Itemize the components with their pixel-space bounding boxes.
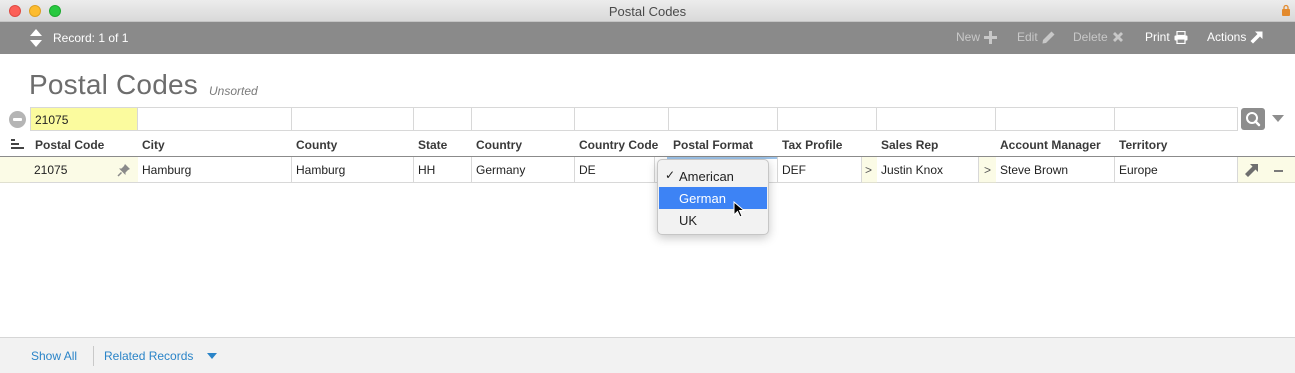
find-options-dropdown-icon[interactable] xyxy=(1272,115,1284,122)
sales-rep-goto-icon[interactable]: > xyxy=(984,163,991,177)
cell-account-manager[interactable]: Steve Brown xyxy=(996,157,1115,183)
sort-lines-icon[interactable] xyxy=(11,139,24,150)
column-header-postal-format[interactable]: Postal Format xyxy=(673,138,753,152)
menu-item-american[interactable]: ✓ American xyxy=(659,165,767,187)
x-icon xyxy=(1112,32,1123,42)
find-field-state[interactable] xyxy=(414,107,472,131)
toolbar: Record: 1 of 1 New Edit Delete Print Act… xyxy=(0,22,1295,54)
cell-territory[interactable]: Europe xyxy=(1115,157,1238,183)
find-field-country-code[interactable] xyxy=(575,107,669,131)
sort-status: Unsorted xyxy=(209,84,258,98)
print-button-label: Print xyxy=(1145,30,1170,44)
cell-county[interactable]: Hamburg xyxy=(292,157,414,183)
find-field-account-manager[interactable] xyxy=(996,107,1115,131)
menu-item-german[interactable]: German xyxy=(659,187,767,209)
new-button-label: New xyxy=(956,30,981,44)
find-field-territory[interactable] xyxy=(1115,107,1238,131)
pencil-icon xyxy=(1042,31,1055,43)
column-header-county[interactable]: County xyxy=(296,138,337,152)
checkmark-icon: ✓ xyxy=(665,168,676,182)
column-header-postal-code[interactable]: Postal Code xyxy=(35,138,104,152)
find-field-postal-code[interactable]: 21075 xyxy=(30,107,138,131)
search-icon xyxy=(1246,112,1261,127)
find-field-country[interactable] xyxy=(472,107,575,131)
footer-divider xyxy=(93,346,94,366)
mouse-cursor-icon xyxy=(733,201,745,218)
new-button[interactable]: New xyxy=(956,30,998,44)
delete-row-icon[interactable] xyxy=(1274,170,1283,172)
cell-country-code[interactable]: DE xyxy=(575,157,655,183)
go-to-record-icon[interactable] xyxy=(1245,163,1259,177)
cell-sales-rep[interactable]: Justin Knox xyxy=(877,157,979,183)
cell-tax-profile[interactable]: DEF xyxy=(778,157,862,183)
column-header-territory[interactable]: Territory xyxy=(1119,138,1167,152)
page-title: Postal Codes xyxy=(29,69,198,100)
record-counter: Record: 1 of 1 xyxy=(53,31,129,45)
delete-button[interactable]: Delete xyxy=(1073,30,1124,44)
edit-button[interactable]: Edit xyxy=(1017,30,1055,44)
lock-icon xyxy=(1282,4,1290,16)
actions-button-label: Actions xyxy=(1207,30,1247,44)
column-header-city[interactable]: City xyxy=(142,138,165,152)
search-button[interactable] xyxy=(1241,108,1265,130)
column-header-sales-rep[interactable]: Sales Rep xyxy=(881,138,938,152)
plus-icon xyxy=(984,30,998,44)
related-records-link[interactable]: Related Records xyxy=(104,349,193,363)
footer-bar: Show All Related Records xyxy=(0,337,1295,373)
menu-item-label: German xyxy=(679,191,726,206)
pin-icon[interactable] xyxy=(117,163,131,177)
cell-state[interactable]: HH xyxy=(414,157,472,183)
title-bar: Postal Codes xyxy=(0,0,1295,22)
remove-find-request-icon[interactable] xyxy=(9,111,26,128)
menu-item-uk[interactable]: UK xyxy=(659,209,767,231)
find-field-city[interactable] xyxy=(138,107,292,131)
column-header-country[interactable]: Country xyxy=(476,138,522,152)
find-field-postal-format[interactable] xyxy=(669,107,778,131)
record-nav-arrows-icon[interactable] xyxy=(28,28,44,48)
find-field-tax-profile[interactable] xyxy=(778,107,877,131)
column-header-account-manager[interactable]: Account Manager xyxy=(1000,138,1101,152)
arrow-up-right-icon xyxy=(1250,31,1263,43)
show-all-link[interactable]: Show All xyxy=(31,349,77,363)
menu-item-label: American xyxy=(679,169,734,184)
chevron-down-icon[interactable] xyxy=(207,353,217,359)
cell-country[interactable]: Germany xyxy=(472,157,575,183)
printer-icon xyxy=(1174,30,1188,44)
tax-profile-goto-icon[interactable]: > xyxy=(865,163,872,177)
print-button[interactable]: Print xyxy=(1145,30,1188,44)
column-header-tax-profile[interactable]: Tax Profile xyxy=(782,138,842,152)
column-header-country-code[interactable]: Country Code xyxy=(579,138,658,152)
postal-format-popup-menu: ✓ American German UK xyxy=(657,159,769,235)
find-field-county[interactable] xyxy=(292,107,414,131)
column-header-state[interactable]: State xyxy=(418,138,447,152)
edit-button-label: Edit xyxy=(1017,30,1038,44)
cell-city[interactable]: Hamburg xyxy=(138,157,292,183)
menu-item-label: UK xyxy=(679,213,698,228)
window-title: Postal Codes xyxy=(608,4,687,19)
actions-button[interactable]: Actions xyxy=(1207,30,1263,44)
delete-button-label: Delete xyxy=(1073,30,1108,44)
find-field-sales-rep[interactable] xyxy=(877,107,996,131)
